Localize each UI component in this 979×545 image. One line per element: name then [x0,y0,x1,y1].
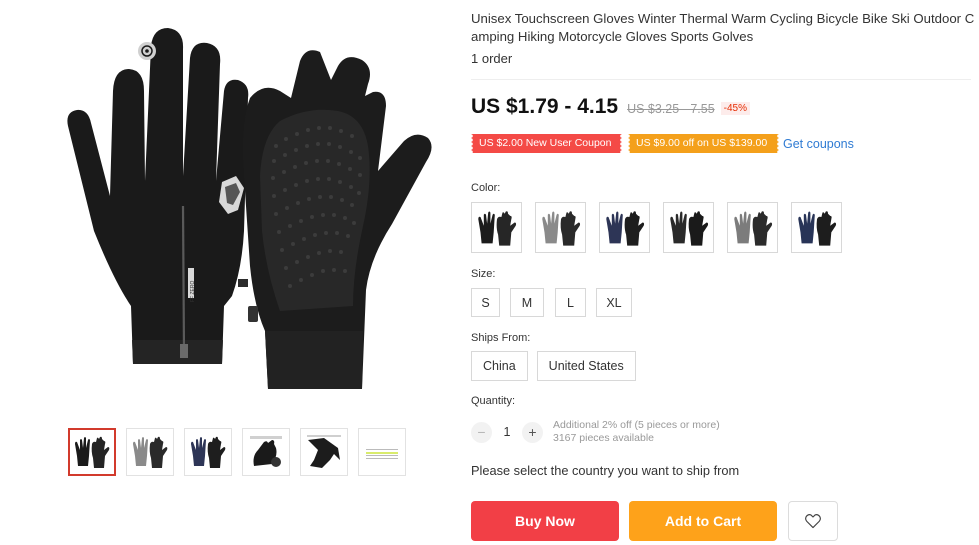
thumbnail-strip [68,428,406,476]
ships-from-united-states[interactable]: United States [536,351,636,381]
main-product-image[interactable]: FF ZERO [18,6,458,411]
black-gloves-swatch-icon [669,210,708,246]
thumbnail-black-gloves[interactable] [68,428,116,476]
thumbnail-size-chart[interactable] [358,428,406,476]
right-glove [242,50,432,390]
black-gloves-swatch-icon [477,210,516,246]
stock-available: 3167 pieces available [553,432,654,444]
glove-touchscreen-thumbnail-icon [307,435,341,468]
size-option-xl[interactable]: XL [596,288,632,317]
add-to-cart-button[interactable]: Add to Cart [629,501,777,541]
coupon-row: US $2.00 New User Coupon US $9.00 off on… [471,134,854,153]
color-option-navy-2[interactable] [791,202,842,253]
discount-badge: -45% [720,102,751,115]
color-option-gray-2[interactable] [727,202,778,253]
color-option-gray[interactable] [535,202,586,253]
current-price: US $1.79 - 4.15 [471,95,619,118]
quantity-increment-button[interactable]: + [522,421,543,443]
ships-from-options: China United States [471,351,636,381]
gray-gloves-thumbnail-icon [133,436,168,468]
left-glove: FF ZERO [67,28,249,364]
color-option-black[interactable] [471,202,522,253]
price-row: US $1.79 - 4.15 US $3.25 - 7.55 -45% [471,95,751,119]
size-option-m[interactable]: M [510,288,544,317]
gray-gloves-swatch-icon [541,210,580,246]
color-option-navy[interactable] [599,202,650,253]
size-options: S M L XL [471,288,632,317]
original-price: US $3.25 - 7.55 [627,102,715,116]
new-user-coupon[interactable]: US $2.00 New User Coupon [471,134,622,153]
product-title: Unisex Touchscreen Gloves Winter Thermal… [471,11,975,44]
bulk-discount-note: Additional 2% off (5 pieces or more) [553,419,720,431]
quantity-value[interactable]: 1 [492,425,522,439]
wishlist-button[interactable] [788,501,838,541]
svg-text:FF ZERO: FF ZERO [190,281,196,302]
order-count: 1 order [471,51,513,66]
shipping-message: Please select the country you want to sh… [471,463,740,478]
quantity-info: Additional 2% off (5 pieces or more) 316… [553,419,720,445]
purchase-actions: Buy Now Add to Cart [471,501,838,541]
size-chart-thumbnail-icon [366,449,398,459]
divider [471,79,971,80]
navy-gloves-swatch-icon [605,210,644,246]
quantity-decrement-button[interactable]: − [471,421,492,443]
size-option-l[interactable]: L [555,288,586,317]
heart-icon [805,514,821,529]
thumbnail-glove-touchscreen[interactable] [300,428,348,476]
store-coupon[interactable]: US $9.00 off on US $139.00 [628,134,779,153]
size-option-s[interactable]: S [471,288,500,317]
black-gloves-thumbnail-icon [75,436,110,468]
ships-from-china[interactable]: China [471,351,528,381]
glove-detail-thumbnail-icon [250,436,282,467]
thumbnail-navy-gloves[interactable] [184,428,232,476]
color-option-black-2[interactable] [663,202,714,253]
buy-now-button[interactable]: Buy Now [471,501,619,541]
navy-gloves-swatch-icon [797,210,836,246]
color-label: Color: [471,182,501,194]
quantity-stepper: − 1 + Additional 2% off (5 pieces or mor… [471,419,720,445]
size-label: Size: [471,268,496,280]
get-coupons-link[interactable]: Get coupons [783,137,854,151]
thumbnail-gray-gloves[interactable] [126,428,174,476]
color-options [471,202,842,253]
gray-gloves-swatch-icon [733,210,772,246]
navy-gloves-thumbnail-icon [191,436,226,468]
thumbnail-glove-detail[interactable] [242,428,290,476]
quantity-label: Quantity: [471,395,516,407]
ships-from-label: Ships From: [471,332,531,344]
